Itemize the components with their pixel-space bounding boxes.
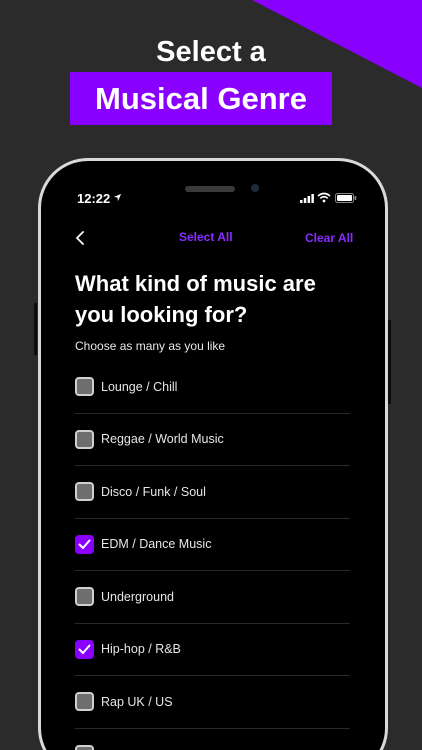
status-time: 12:22 — [77, 191, 111, 206]
clear-all-button[interactable]: Clear All — [305, 231, 353, 245]
genre-row-reggae[interactable]: Reggae / World Music — [75, 414, 350, 466]
cellular-signal-icon — [300, 194, 314, 203]
back-chevron-icon[interactable] — [75, 231, 85, 245]
genre-label: Lounge / Chill — [101, 379, 178, 394]
genre-label: Hip-hop / R&B — [101, 642, 181, 657]
genre-checkbox[interactable] — [75, 692, 94, 712]
genre-row-lounge[interactable]: Lounge / Chill — [75, 361, 350, 414]
wifi-icon — [317, 192, 331, 203]
checkmark-icon — [78, 644, 91, 654]
genre-row-rap[interactable]: Rap UK / US — [75, 676, 350, 729]
genre-row-underground[interactable]: Underground — [75, 571, 350, 624]
genre-label: Disco / Funk / Soul — [101, 484, 206, 499]
phone-side-button — [34, 303, 37, 355]
phone-screen: 12:22 Select All Clear All What kind of … — [55, 176, 370, 750]
genre-label: EDM / Dance Music — [101, 537, 212, 552]
genre-checkbox[interactable] — [75, 587, 94, 607]
genre-checkbox[interactable] — [75, 744, 94, 750]
genre-label: Rap UK / US — [101, 694, 173, 709]
promo-highlight: Musical Genre — [70, 72, 332, 125]
select-all-button[interactable]: Select All — [179, 230, 233, 244]
genre-checkbox[interactable] — [75, 377, 94, 397]
battery-icon — [335, 193, 357, 203]
genre-checkbox[interactable] — [75, 429, 94, 449]
genre-checkbox-checked[interactable] — [75, 534, 94, 554]
genre-row-hiphop[interactable]: Hip-hop / R&B — [75, 624, 350, 676]
genre-list: Lounge / Chill Reggae / World Music Disc… — [75, 361, 350, 750]
question-title: What kind of music are you looking for? — [75, 271, 316, 327]
genre-row-disco[interactable]: Disco / Funk / Soul — [75, 466, 350, 519]
phone-speaker — [185, 186, 235, 192]
phone-power-button — [388, 320, 391, 404]
genre-checkbox[interactable] — [75, 482, 94, 502]
phone-camera — [251, 184, 259, 192]
genre-row-partial[interactable] — [75, 729, 350, 750]
location-arrow-icon — [113, 193, 122, 202]
question-subtitle: Choose as many as you like — [75, 339, 226, 353]
genre-checkbox-checked[interactable] — [75, 639, 94, 659]
genre-label: Underground — [101, 589, 174, 604]
promo-headline: Select a — [156, 36, 266, 68]
genre-row-edm[interactable]: EDM / Dance Music — [75, 519, 350, 571]
genre-label: Reggae / World Music — [101, 432, 224, 447]
checkmark-icon — [78, 539, 91, 549]
